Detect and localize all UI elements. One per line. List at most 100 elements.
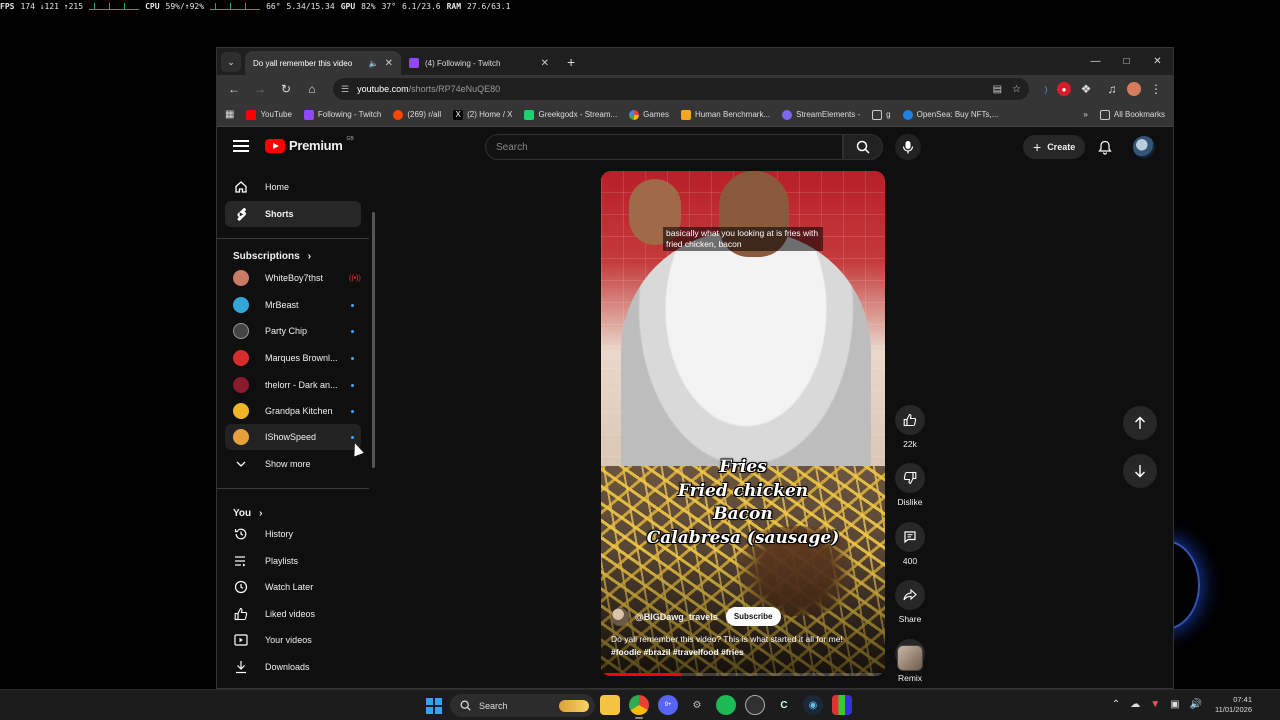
bookmark-streamelements[interactable]: StreamElements - [782, 109, 860, 120]
bookmark-human-benchmark[interactable]: Human Benchmark... [680, 109, 770, 120]
app-c-icon[interactable]: C [774, 695, 794, 715]
bookmark-opensea[interactable]: OpenSea: Buy NFTs,... [902, 109, 998, 120]
create-button[interactable]: + Create [1023, 135, 1086, 159]
bookmark-twitch[interactable]: Following - Twitch [303, 109, 381, 120]
youtube-premium-logo[interactable]: Premium GB [265, 135, 354, 153]
sidebar-item-playlists[interactable]: Playlists [225, 548, 361, 574]
subscription-item[interactable]: WhiteBoy7thst ((•)) [225, 265, 361, 291]
back-icon[interactable]: ← [223, 78, 245, 100]
search-button[interactable] [843, 134, 883, 160]
obs-icon[interactable] [745, 695, 765, 715]
close-tab-icon[interactable]: ✕ [541, 58, 549, 69]
bookmark-star-icon[interactable]: ☆ [1012, 84, 1021, 95]
subscriptions-header[interactable]: Subscriptions › [233, 251, 311, 262]
country-code: GB [346, 135, 354, 142]
channel-row: @BIGDawg_travels Subscribe [611, 607, 781, 626]
reload-icon[interactable]: ↻ [275, 78, 297, 100]
subscription-item[interactable]: thelorr - Dark an... [225, 372, 361, 398]
steam-icon[interactable]: ◉ [803, 695, 823, 715]
clock[interactable]: 07:41 11/01/2026 [1215, 695, 1252, 715]
like-button[interactable]: 22k [894, 405, 926, 449]
sidebar-item-your-videos[interactable]: Your videos [225, 627, 361, 653]
subscription-item[interactable]: Party Chip [225, 318, 361, 344]
close-tab-icon[interactable]: ✕ [385, 58, 393, 69]
previous-short-button[interactable] [1123, 406, 1157, 440]
microphone-icon[interactable]: ▼ [1150, 699, 1160, 710]
home-browser-icon[interactable]: ⌂ [301, 78, 323, 100]
app-stripes-icon[interactable] [832, 695, 852, 715]
minimize-icon[interactable]: — [1080, 48, 1111, 75]
speaker-icon[interactable]: 🔈 [369, 59, 379, 68]
chevron-up-icon[interactable]: ⌃ [1112, 699, 1120, 710]
menu-icon[interactable] [233, 140, 249, 152]
start-button[interactable] [426, 698, 442, 714]
network-icon[interactable]: ▣ [1170, 699, 1179, 710]
comments-button[interactable]: 400 [894, 522, 926, 566]
hashtags[interactable]: #foodie #brazil #travelfood #fries [611, 647, 744, 657]
all-bookmarks[interactable]: All Bookmarks [1099, 109, 1165, 120]
cloud-icon[interactable]: ☁ [1130, 699, 1140, 710]
profile-avatar-icon[interactable] [1127, 82, 1141, 96]
bookmark-x[interactable]: X (2) Home / X [453, 109, 512, 120]
file-explorer-icon[interactable] [600, 695, 620, 715]
sound-thumbnail[interactable] [897, 645, 923, 671]
you-header[interactable]: You › [233, 508, 263, 519]
bookmark-reddit[interactable]: (269) r/all [393, 109, 441, 120]
media-control-icon[interactable]: ♫ [1101, 78, 1123, 100]
forward-icon[interactable]: → [249, 78, 271, 100]
sidebar-item-home[interactable]: Home [225, 174, 361, 200]
voice-search-button[interactable] [895, 134, 921, 160]
sidebar-item-downloads[interactable]: Downloads [225, 654, 361, 680]
share-button[interactable]: Share [894, 580, 926, 624]
chrome-icon[interactable] [629, 695, 649, 719]
new-content-dot [351, 356, 354, 360]
account-avatar[interactable] [1133, 136, 1155, 158]
search-input[interactable] [496, 141, 842, 153]
sidebar-item-history[interactable]: History [225, 521, 361, 547]
bookmark-games[interactable]: Games [629, 109, 669, 120]
subscription-item[interactable]: MrBeast [225, 292, 361, 318]
bookmark-greekgodx[interactable]: Greekgodx - Stream... [524, 109, 617, 120]
video-description[interactable]: Do yall remember this video? This is wha… [611, 633, 871, 659]
subscribe-button[interactable]: Subscribe [725, 607, 781, 626]
discord-icon[interactable]: 9+ [658, 695, 678, 715]
taskbar-search[interactable]: Search [450, 694, 595, 717]
browser-menu-icon[interactable]: ⋮ [1145, 78, 1167, 100]
channel-handle[interactable]: @BIGDawg_travels [635, 612, 718, 622]
next-short-button[interactable] [1123, 454, 1157, 488]
bookmark-youtube[interactable]: YouTube [246, 109, 292, 120]
extensions-puzzle-icon[interactable]: ❖ [1075, 78, 1097, 100]
extension-record-icon[interactable]: ● [1057, 82, 1071, 96]
bookmark-folder-g[interactable]: g [872, 109, 891, 120]
subscription-item[interactable]: Grandpa Kitchen [225, 398, 361, 424]
close-window-icon[interactable]: ✕ [1142, 48, 1173, 75]
shorts-player[interactable]: basically what you looking at is fries w… [601, 171, 885, 676]
extension-audio-icon[interactable]: ) [1039, 82, 1053, 96]
sidebar-item-shorts[interactable]: Shorts [225, 201, 361, 227]
channel-avatar [233, 323, 249, 339]
settings-gear-icon[interactable]: ⚙ [687, 695, 707, 715]
show-more-button[interactable]: Show more [225, 451, 361, 477]
site-info-icon[interactable]: ☰ [341, 84, 349, 95]
tab-search-button[interactable]: ⌄ [221, 52, 241, 72]
address-bar[interactable]: ☰ youtube.com/shorts/RP74eNuQE80 ▤ ☆ [333, 78, 1029, 100]
more-bookmarks-icon[interactable]: » [1083, 110, 1087, 119]
tab-youtube[interactable]: Do yall remember this video 🔈 ✕ [217, 51, 401, 138]
sidebar-item-liked-videos[interactable]: Liked videos [225, 601, 361, 627]
subscription-item[interactable]: Marques Brownl... [225, 345, 361, 371]
video-progress-bar[interactable] [601, 673, 885, 676]
volume-icon[interactable]: 🔊 [1190, 699, 1202, 710]
subscription-item[interactable]: IShowSpeed [225, 424, 361, 450]
notifications-button[interactable] [1095, 137, 1115, 157]
cpu-label: CPU [145, 1, 160, 11]
sidebar-item-watch-later[interactable]: Watch Later [225, 574, 361, 600]
new-tab-icon[interactable]: + [567, 54, 575, 70]
dislike-button[interactable]: Dislike [894, 463, 926, 507]
sidebar-scrollbar[interactable] [372, 212, 375, 468]
tab-twitch[interactable]: (4) Following - Twitch ✕ [401, 51, 557, 75]
spotify-icon[interactable] [716, 695, 736, 715]
maximize-icon[interactable]: □ [1111, 48, 1142, 75]
apps-grid-icon[interactable]: ▦ [225, 109, 234, 120]
install-app-icon[interactable]: ▤ [993, 84, 1002, 95]
channel-avatar[interactable] [611, 607, 629, 626]
